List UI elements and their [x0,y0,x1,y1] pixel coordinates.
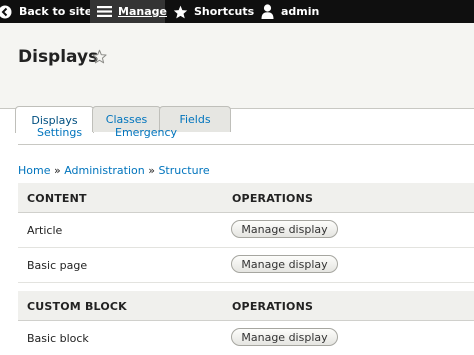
breadcrumb-separator: » [53,164,61,177]
subtabs-divider [18,144,474,145]
breadcrumb: Home » Administration » Structure [18,164,210,177]
breadcrumb-separator: » [148,164,155,177]
back-to-site-link[interactable]: Back to site [0,0,92,23]
row-name: Basic block [27,332,89,345]
favorite-star-icon[interactable] [92,49,107,67]
column-header-custom-block: CUSTOM BLOCK [27,300,127,313]
breadcrumb-administration[interactable]: Administration [64,164,145,177]
table-row: Article Manage display [18,213,474,248]
manage-display-button[interactable]: Manage display [231,220,338,238]
user-icon [260,4,274,19]
shortcuts-label: Shortcuts [194,5,255,18]
hamburger-menu-icon [97,5,112,18]
manage-menu-button[interactable]: Manage [90,0,167,23]
user-menu-button[interactable]: admin [260,0,319,23]
column-header-content: CONTENT [27,192,87,205]
manage-display-button[interactable]: Manage display [231,255,338,273]
manage-display-button[interactable]: Manage display [231,328,338,346]
row-name: Basic page [27,259,88,272]
star-icon [173,5,188,19]
row-name: Article [27,224,63,237]
table-header-row: CUSTOM BLOCK OPERATIONS [18,291,474,321]
breadcrumb-structure[interactable]: Structure [158,164,209,177]
admin-toolbar: Back to site Manage Shortcuts admin [0,0,474,23]
breadcrumb-home[interactable]: Home [18,164,50,177]
column-header-operations: OPERATIONS [232,300,314,313]
page-title: Displays [18,47,99,67]
back-to-site-label: Back to site [19,5,93,18]
user-name-label: admin [281,5,320,18]
table-row: Basic page Manage display [18,248,474,283]
column-header-operations: OPERATIONS [232,192,314,205]
secondary-tabs: Settings Emergency [0,120,474,146]
subtab-settings[interactable]: Settings [37,126,82,139]
manage-label: Manage [118,5,167,18]
shortcuts-button[interactable]: Shortcuts [173,0,254,23]
table-header-row: CONTENT OPERATIONS [18,183,474,213]
subtab-emergency[interactable]: Emergency [115,126,177,139]
page-header: Displays Displays Classes Fields [0,23,474,133]
table-row: Basic block Manage display [18,321,474,355]
back-arrow-icon [0,5,13,19]
